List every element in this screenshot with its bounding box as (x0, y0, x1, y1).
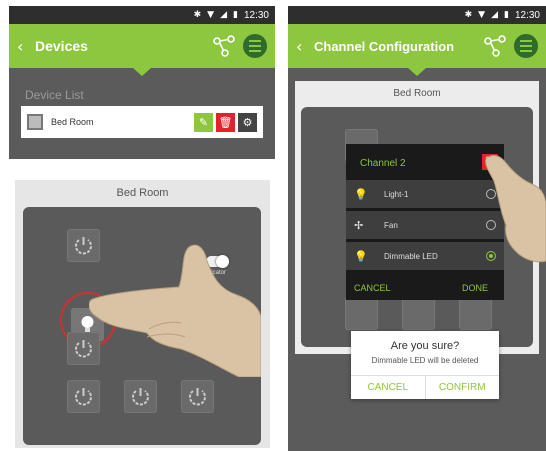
menu-icon[interactable] (514, 34, 538, 58)
page-title: Channel Configuration (314, 38, 455, 54)
device-thumbnail-icon (27, 114, 43, 130)
channel-dialog: Channel 2 🗑 💡 Light-1 ✢ Fan 💡 Dimmable L… (346, 144, 504, 300)
room-title: Bed Room (116, 187, 169, 199)
switch-button[interactable] (181, 380, 214, 413)
switch-board: Indicator (23, 207, 261, 445)
confirm-cancel-button[interactable]: CANCEL (351, 376, 425, 399)
app-bar: ‹ Devices (9, 24, 275, 76)
settings-button[interactable]: ⚙ (238, 112, 257, 132)
fan-icon: ✢ (354, 218, 364, 232)
power-icon (75, 388, 92, 406)
option-label: Light-1 (384, 189, 409, 199)
channel-option[interactable]: 💡 Light-1 (346, 180, 504, 208)
wifi-icon: ▼ (478, 10, 486, 20)
done-button[interactable]: DONE (462, 283, 488, 293)
gear-icon: ⚙ (242, 115, 253, 129)
edit-button[interactable]: ✎ (194, 112, 213, 132)
devices-screen: ✱ ▼ ◢ ▮ 12:30 ‹ Devices Device List Bed … (9, 6, 275, 159)
trash-icon: 🗑 (218, 115, 233, 129)
switch-button[interactable] (345, 297, 378, 330)
battery-icon: ▮ (233, 10, 238, 20)
status-bar: ✱ ▼ ◢ ▮ 12:30 (288, 6, 546, 24)
back-arrow-icon[interactable]: ‹ (17, 37, 35, 56)
pointing-hand-illustration (89, 244, 261, 377)
switch-button[interactable] (67, 380, 100, 413)
bulb-icon: 💡 (354, 249, 368, 263)
signal-icon: ◢ (220, 10, 228, 20)
confirm-actions: CANCEL CONFIRM (351, 375, 499, 399)
signal-icon: ◢ (491, 10, 499, 20)
confirm-message: Dimmable LED will be deleted (371, 356, 479, 365)
pointing-hand-illustration (485, 155, 546, 263)
channel-option[interactable]: 💡 Dimmable LED (346, 242, 504, 270)
appbar-notch (133, 68, 151, 76)
status-time: 12:30 (243, 9, 269, 21)
option-label: Dimmable LED (384, 251, 438, 261)
power-icon (132, 388, 149, 406)
screenshot-root: ✱ ▼ ◢ ▮ 12:30 ‹ Devices Device List Bed … (0, 0, 546, 451)
device-name: Bed Room (51, 117, 94, 127)
wifi-icon: ▼ (207, 10, 215, 20)
room-title: Bed Room (393, 88, 441, 99)
status-time: 12:30 (514, 9, 540, 21)
status-bar: ✱ ▼ ◢ ▮ 12:30 (9, 6, 275, 24)
delete-button[interactable]: 🗑 (216, 112, 235, 132)
battery-icon: ▮ (504, 10, 509, 20)
confirm-question: Are you sure? (390, 340, 460, 352)
dialog-title: Channel 2 (360, 158, 406, 169)
channel-screen: ✱ ▼ ◢ ▮ 12:30 ‹ Channel Configuration Be… (288, 6, 546, 451)
switch-button[interactable] (124, 380, 157, 413)
confirm-button[interactable]: CONFIRM (424, 376, 500, 399)
appbar-notch (408, 68, 426, 76)
bulb-icon: 💡 (354, 187, 368, 201)
app-bar: ‹ Channel Configuration (288, 24, 546, 76)
power-icon (189, 388, 206, 406)
edit-icon: ✎ (198, 115, 209, 129)
menu-icon[interactable] (243, 34, 267, 58)
bluetooth-icon: ✱ (193, 10, 202, 20)
back-arrow-icon[interactable]: ‹ (296, 37, 314, 56)
page-title: Devices (35, 38, 88, 54)
bluetooth-icon: ✱ (464, 10, 473, 20)
switch-button[interactable] (459, 297, 492, 330)
switch-button[interactable] (402, 297, 435, 330)
channel-option[interactable]: ✢ Fan (346, 211, 504, 239)
room-screen: Bed Room Indicator (15, 180, 270, 448)
dialog-actions: CANCEL DONE (346, 273, 504, 293)
network-icon[interactable] (211, 33, 237, 59)
device-row[interactable]: Bed Room ✎ 🗑 ⚙ (21, 106, 263, 138)
cancel-button[interactable]: CANCEL (354, 283, 391, 293)
confirm-dialog: Are you sure? Dimmable LED will be delet… (351, 331, 499, 399)
network-icon[interactable] (482, 33, 508, 59)
option-label: Fan (384, 220, 398, 230)
